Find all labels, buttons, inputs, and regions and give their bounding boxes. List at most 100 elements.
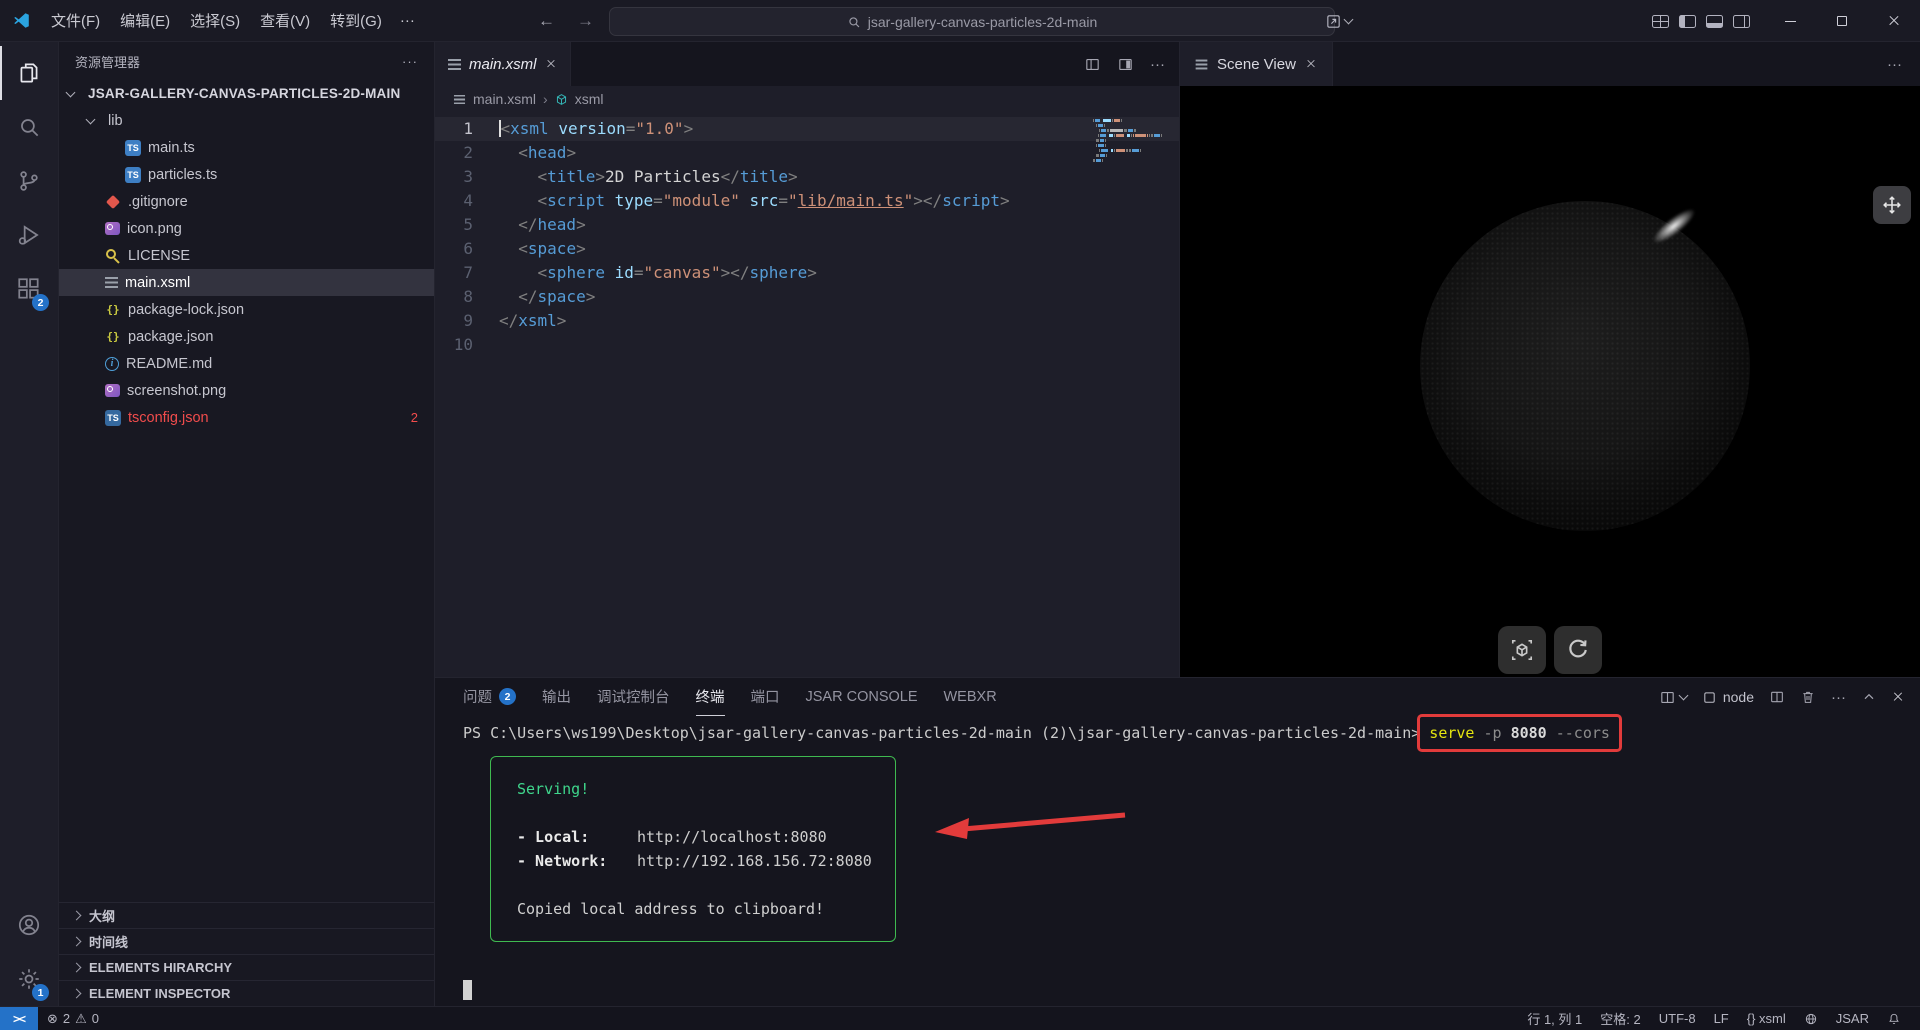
code-line[interactable]: 9</xsml> bbox=[435, 309, 1179, 333]
customize-layout-icon[interactable] bbox=[1652, 15, 1669, 28]
indentation[interactable]: 空格: 2 bbox=[1591, 1009, 1649, 1028]
code-line[interactable]: 1<xsml version="1.0"> bbox=[435, 117, 1179, 141]
code-text: <sphere id="canvas"></sphere> bbox=[499, 261, 817, 285]
code-line[interactable]: 10 bbox=[435, 333, 1179, 357]
file-item[interactable]: README.md bbox=[59, 350, 434, 377]
code-line[interactable]: 8 </space> bbox=[435, 285, 1179, 309]
code-line[interactable]: 3 <title>2D Particles</title> bbox=[435, 165, 1179, 189]
terminal-area[interactable]: PS C:\Users\ws199\Desktop\jsar-gallery-c… bbox=[435, 716, 1920, 1006]
explorer-more-actions[interactable]: ··· bbox=[402, 54, 418, 69]
layout-dropdown-icon[interactable] bbox=[1323, 6, 1353, 36]
account-icon[interactable] bbox=[0, 898, 58, 952]
menu-overflow[interactable]: ··· bbox=[392, 7, 423, 34]
code-line[interactable]: 5 </head> bbox=[435, 213, 1179, 237]
file-item[interactable]: tsconfig.json2 bbox=[59, 404, 434, 431]
language-mode[interactable]: {} xsml bbox=[1738, 1011, 1795, 1026]
sidebar-section[interactable]: ELEMENTS HIRARCHY bbox=[59, 954, 434, 980]
browser-icon[interactable] bbox=[1795, 1012, 1827, 1026]
file-item[interactable]: icon.png bbox=[59, 215, 434, 242]
panel-tab[interactable]: 端口 bbox=[751, 678, 780, 716]
search-sidebar-icon[interactable] bbox=[0, 100, 58, 154]
breadcrumb-symbol[interactable]: xsml bbox=[575, 91, 604, 107]
toggle-secondary-sidebar-icon[interactable] bbox=[1733, 15, 1750, 28]
code-line[interactable]: 2 <head> bbox=[435, 141, 1179, 165]
menu-item[interactable]: 文件(F) bbox=[41, 5, 110, 36]
move-tool-button[interactable] bbox=[1873, 186, 1911, 224]
maximize-button[interactable] bbox=[1816, 0, 1868, 42]
sidebar-section[interactable]: 时间线 bbox=[59, 928, 434, 954]
problems-status[interactable]: ⊗ 2 ⚠ 0 bbox=[38, 1007, 108, 1030]
cursor-position[interactable]: 行 1, 列 1 bbox=[1518, 1009, 1591, 1028]
code-line[interactable]: 4 <script type="module" src="lib/main.ts… bbox=[435, 189, 1179, 213]
file-item[interactable]: particles.ts bbox=[59, 161, 434, 188]
code-line[interactable]: 6 <space> bbox=[435, 237, 1179, 261]
close-panel-icon[interactable] bbox=[1893, 692, 1904, 703]
panel-tab[interactable]: 调试控制台 bbox=[597, 678, 670, 716]
menu-item[interactable]: 查看(V) bbox=[250, 5, 320, 36]
file-item[interactable]: package-lock.json bbox=[59, 296, 434, 323]
close-tab-icon[interactable] bbox=[546, 59, 556, 69]
code-editor[interactable]: 1<xsml version="1.0">2 <head>3 <title>2D… bbox=[435, 112, 1179, 677]
settings-gear-icon[interactable]: 1 bbox=[0, 952, 58, 1006]
maximize-panel-icon[interactable] bbox=[1861, 689, 1877, 705]
code-text: <script type="module" src="lib/main.ts">… bbox=[499, 189, 1010, 213]
minimize-button[interactable] bbox=[1764, 0, 1816, 42]
scene-canvas[interactable] bbox=[1180, 86, 1920, 677]
launch-profile-icon[interactable] bbox=[1659, 689, 1687, 706]
tab-main-xsml[interactable]: main.xsml bbox=[435, 42, 571, 86]
sidebar-section[interactable]: 大纲 bbox=[59, 902, 434, 928]
eol-sequence[interactable]: LF bbox=[1705, 1011, 1738, 1026]
run-debug-icon[interactable] bbox=[0, 208, 58, 262]
search-box[interactable]: jsar-gallery-canvas-particles-2d-main bbox=[609, 7, 1335, 36]
status-bar: >< ⊗ 2 ⚠ 0 行 1, 列 1 空格: 2 UTF-8 LF {} xs… bbox=[0, 1006, 1920, 1030]
scene-capture-button[interactable] bbox=[1498, 626, 1546, 674]
minimap[interactable] bbox=[1093, 119, 1163, 169]
forward-icon[interactable]: → bbox=[577, 11, 594, 31]
toggle-sidebar-icon[interactable] bbox=[1679, 15, 1696, 28]
toggle-panel-icon[interactable] bbox=[1706, 15, 1723, 28]
back-icon[interactable]: ← bbox=[538, 11, 555, 31]
kill-terminal-icon[interactable] bbox=[1800, 689, 1816, 705]
breadcrumb-file[interactable]: main.xsml bbox=[473, 91, 536, 107]
split-editor-icon[interactable] bbox=[1117, 56, 1134, 73]
breadcrumb[interactable]: main.xsml › xsml bbox=[435, 86, 1179, 112]
scene-refresh-button[interactable] bbox=[1554, 626, 1602, 674]
encoding[interactable]: UTF-8 bbox=[1650, 1011, 1705, 1026]
code-text: <head> bbox=[499, 141, 576, 165]
panel-tab[interactable]: 输出 bbox=[542, 678, 571, 716]
file-item[interactable]: LICENSE bbox=[59, 242, 434, 269]
folder-item[interactable]: lib bbox=[59, 107, 434, 134]
menu-item[interactable]: 转到(G) bbox=[320, 5, 392, 36]
more-actions-icon[interactable]: ··· bbox=[1150, 56, 1165, 73]
panel-tab[interactable]: WEBXR bbox=[944, 678, 997, 716]
open-changes-icon[interactable] bbox=[1084, 56, 1101, 73]
explorer-icon[interactable] bbox=[0, 46, 58, 100]
line-number: 9 bbox=[435, 309, 499, 333]
file-item[interactable]: main.xsml bbox=[59, 269, 434, 296]
panel-more-actions[interactable]: ··· bbox=[1831, 689, 1846, 706]
terminal-instance[interactable]: node bbox=[1702, 689, 1754, 705]
scene-more-actions[interactable]: ··· bbox=[1887, 42, 1920, 86]
extensions-icon[interactable]: 2 bbox=[0, 262, 58, 316]
code-line[interactable]: 7 <sphere id="canvas"></sphere> bbox=[435, 261, 1179, 285]
titlebar-controls bbox=[1644, 0, 1920, 42]
tab-scene-view[interactable]: Scene View bbox=[1180, 42, 1333, 86]
file-item[interactable]: screenshot.png bbox=[59, 377, 434, 404]
panel-tab[interactable]: 终端 bbox=[696, 678, 725, 716]
menu-item[interactable]: 选择(S) bbox=[180, 5, 250, 36]
sidebar-section[interactable]: ELEMENT INSPECTOR bbox=[59, 980, 434, 1006]
panel-tab[interactable]: JSAR CONSOLE bbox=[806, 678, 918, 716]
remote-indicator[interactable]: >< bbox=[0, 1007, 38, 1030]
file-item[interactable]: .gitignore bbox=[59, 188, 434, 215]
panel-tab[interactable]: 问题2 bbox=[463, 678, 516, 716]
notifications-bell-icon[interactable] bbox=[1878, 1012, 1910, 1026]
close-window-button[interactable] bbox=[1868, 0, 1920, 42]
split-terminal-icon[interactable] bbox=[1769, 689, 1785, 705]
file-item[interactable]: main.ts bbox=[59, 134, 434, 161]
close-scene-tab-icon[interactable] bbox=[1306, 59, 1316, 69]
menu-item[interactable]: 编辑(E) bbox=[110, 5, 180, 36]
file-item[interactable]: package.json bbox=[59, 323, 434, 350]
source-control-icon[interactable] bbox=[0, 154, 58, 208]
jsar-status[interactable]: JSAR bbox=[1827, 1011, 1878, 1026]
folder-item[interactable]: JSAR-GALLERY-CANVAS-PARTICLES-2D-MAIN bbox=[59, 80, 434, 107]
